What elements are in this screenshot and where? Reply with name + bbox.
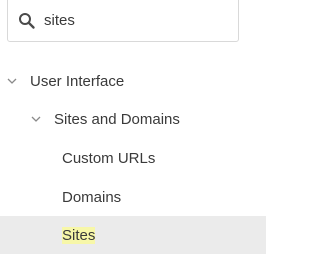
tree-item-label: Custom URLs bbox=[62, 149, 156, 167]
tree-item-label: Domains bbox=[62, 188, 122, 206]
chevron-down-icon[interactable] bbox=[30, 113, 42, 125]
search-icon bbox=[19, 13, 35, 29]
tree-item-label: Sites and Domains bbox=[54, 110, 180, 128]
tree-item-custom-urls[interactable]: Custom URLs bbox=[0, 139, 266, 177]
tree-item-domains[interactable]: Domains bbox=[0, 178, 266, 216]
search-match-highlight: Sites bbox=[62, 226, 96, 244]
tree-item-label: User Interface bbox=[30, 72, 125, 90]
settings-tree-panel: User Interface Sites and Domains Custom … bbox=[0, 0, 266, 267]
chevron-down-icon[interactable] bbox=[6, 75, 18, 87]
tree-item-user-interface[interactable]: User Interface bbox=[0, 62, 266, 100]
search-input[interactable] bbox=[44, 8, 224, 32]
tree-item-sites[interactable]: Sites bbox=[0, 216, 266, 254]
search-box[interactable] bbox=[7, 0, 239, 42]
tree-item-sites-and-domains[interactable]: Sites and Domains bbox=[0, 100, 266, 138]
